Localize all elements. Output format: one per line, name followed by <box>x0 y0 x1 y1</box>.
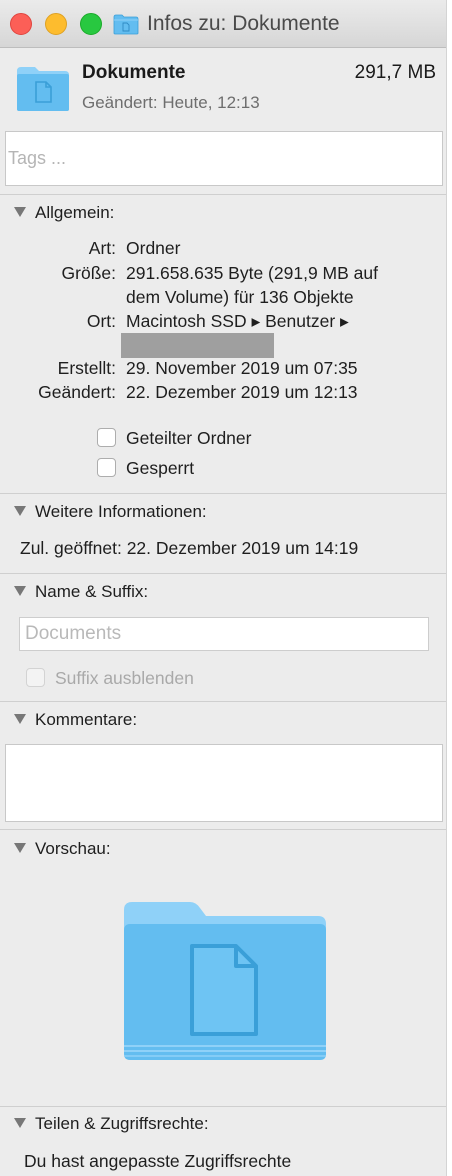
window-title: Infos zu: Dokumente <box>147 12 340 35</box>
divider <box>0 1106 446 1107</box>
item-size: 291,7 MB <box>354 62 436 83</box>
item-name: Dokumente <box>82 62 186 83</box>
section-sharing-header[interactable]: Teilen & Zugriffsrechte: <box>14 1114 209 1134</box>
size-label: Größe: <box>61 263 116 283</box>
modified-label: Geändert: <box>38 382 116 402</box>
hide-extension-checkbox[interactable] <box>26 668 45 687</box>
folder-icon <box>113 14 139 35</box>
created-value: 29. November 2019 um 07:35 <box>126 358 358 378</box>
documents-folder-icon <box>17 67 69 111</box>
locked-label: Gesperrt <box>126 458 195 478</box>
kind-label: Art: <box>88 238 116 258</box>
permissions-text: Du hast angepasste Zugriffsrechte <box>24 1151 292 1171</box>
size-value-line2: dem Volume) für 136 Objekte <box>126 287 354 307</box>
comments-field[interactable] <box>5 744 443 822</box>
shared-folder-checkbox[interactable] <box>97 428 116 447</box>
section-more-info-label: Weitere Informationen: <box>35 502 207 521</box>
divider <box>0 573 446 574</box>
where-value: Macintosh SSD ▸ Benutzer ▸ <box>126 311 349 331</box>
section-sharing-label: Teilen & Zugriffsrechte: <box>35 1114 209 1133</box>
created-label: Erstellt: <box>57 358 116 378</box>
divider <box>0 829 446 830</box>
divider <box>0 701 446 702</box>
where-label: Ort: <box>86 311 116 331</box>
tags-input[interactable] <box>5 131 443 186</box>
item-modified: Geändert: Heute, 12:13 <box>82 93 260 112</box>
modified-value: 22. Dezember 2019 um 12:13 <box>126 382 358 402</box>
title-bar[interactable]: Infos zu: Dokumente <box>0 0 446 48</box>
last-opened-text: Zul. geöffnet: 22. Dezember 2019 um 14:1… <box>20 538 359 558</box>
zoom-button[interactable] <box>80 13 102 35</box>
size-value-line1: 291.658.635 Byte (291,9 MB auf <box>126 263 378 283</box>
redacted-path <box>121 333 274 358</box>
divider <box>0 194 446 195</box>
section-preview-label: Vorschau: <box>35 839 111 858</box>
section-preview-header[interactable]: Vorschau: <box>14 839 111 859</box>
disclosure-triangle-icon[interactable] <box>14 207 26 217</box>
name-field[interactable] <box>19 617 429 651</box>
shared-folder-label: Geteilter Ordner <box>126 428 252 448</box>
section-general-label: Allgemein: <box>35 203 115 222</box>
kind-value: Ordner <box>126 238 181 258</box>
section-name-extension-label: Name & Suffix: <box>35 582 149 601</box>
locked-checkbox[interactable] <box>97 458 116 477</box>
disclosure-triangle-icon[interactable] <box>14 586 26 596</box>
section-more-info-header[interactable]: Weitere Informationen: <box>14 502 207 522</box>
hide-extension-label: Suffix ausblenden <box>55 668 194 688</box>
minimize-button[interactable] <box>45 13 67 35</box>
section-name-extension-header[interactable]: Name & Suffix: <box>14 582 148 602</box>
section-general-header[interactable]: Allgemein: <box>14 203 114 223</box>
close-button[interactable] <box>10 13 32 35</box>
info-window: Infos zu: Dokumente Dokumente 291,7 MB G… <box>0 0 447 1176</box>
disclosure-triangle-icon[interactable] <box>14 1118 26 1128</box>
disclosure-triangle-icon[interactable] <box>14 714 26 724</box>
section-comments-label: Kommentare: <box>35 710 138 729</box>
disclosure-triangle-icon[interactable] <box>14 843 26 853</box>
disclosure-triangle-icon[interactable] <box>14 506 26 516</box>
divider <box>0 493 446 494</box>
section-comments-header[interactable]: Kommentare: <box>14 710 137 730</box>
folder-preview-icon <box>124 902 326 1060</box>
